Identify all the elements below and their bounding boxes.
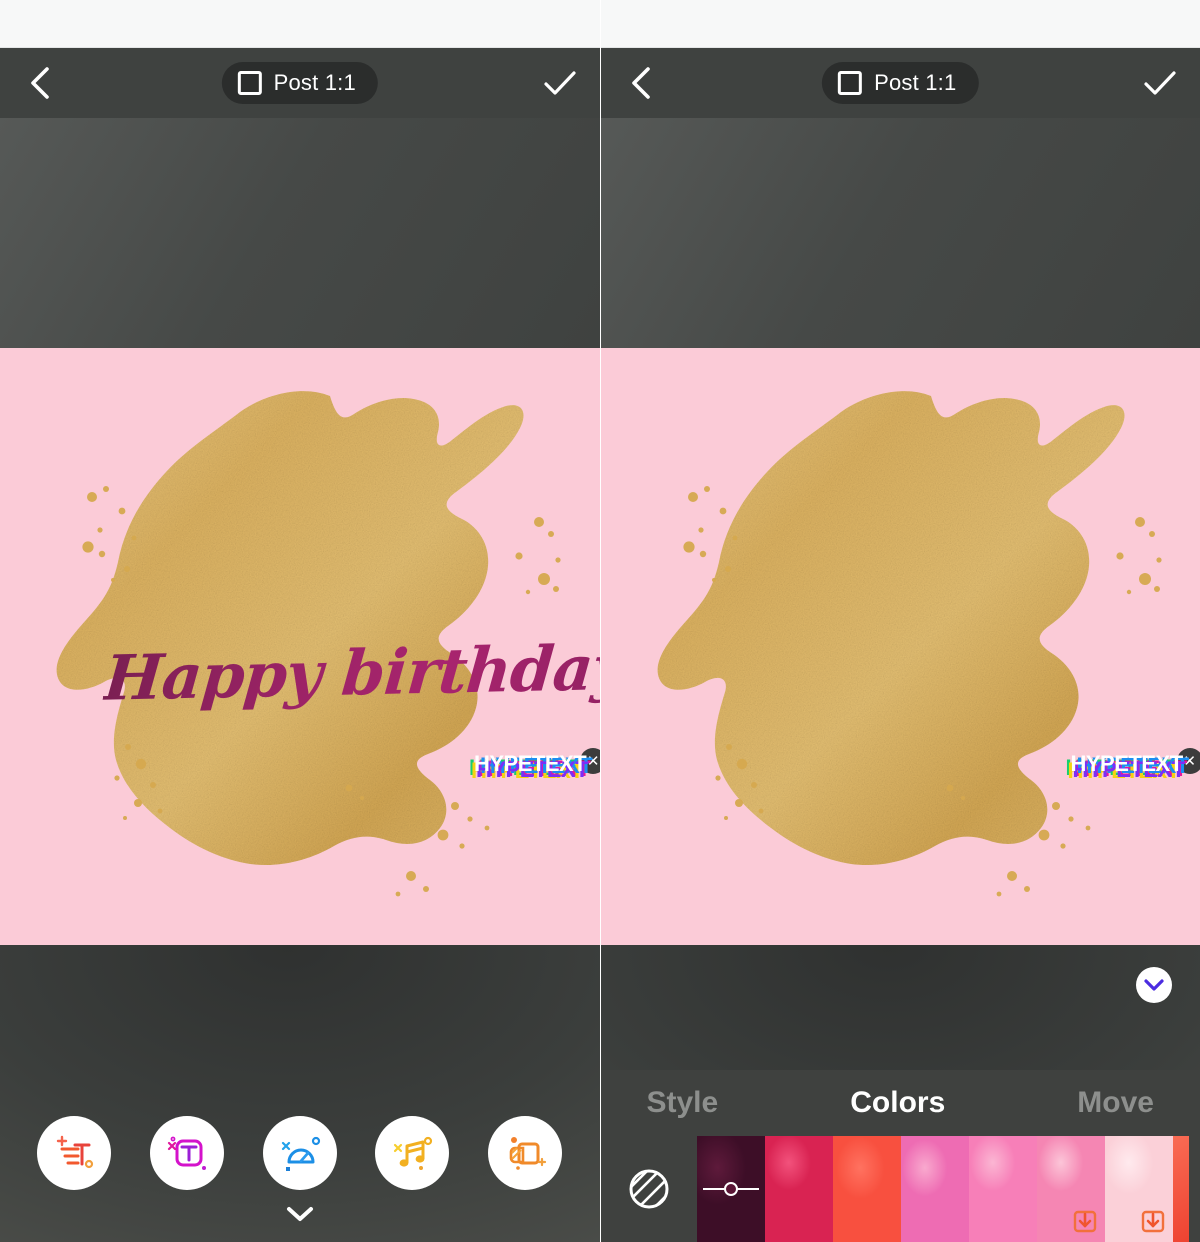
music-tool-button[interactable] [375, 1116, 450, 1190]
chevron-left-icon [31, 67, 49, 99]
artwork-headline-text[interactable]: Happy birthday! [101, 630, 599, 714]
status-bar [600, 0, 1200, 48]
swatch-coral-red[interactable] [832, 1136, 901, 1242]
canvas-top-backdrop [600, 118, 1200, 348]
check-icon [1144, 71, 1176, 95]
tool-button-row [0, 1116, 600, 1190]
swatch-list[interactable] [696, 1136, 1200, 1242]
design-canvas[interactable]: HYPETEXT HYPETEXT HYPETEXT HYPETEXT HYPE… [600, 348, 1200, 945]
swatch-hot-pink[interactable] [968, 1136, 1037, 1242]
chevron-down-icon [1144, 979, 1164, 991]
text-box-icon [167, 1136, 207, 1170]
color-editor-panel: Style Colors Move [600, 1070, 1200, 1242]
canvas-top-backdrop [0, 118, 600, 348]
watermark-logo: HYPETEXT HYPETEXT HYPETEXT HYPETEXT HYPE… [1066, 751, 1190, 782]
square-icon [237, 71, 262, 95]
music-note-icon [394, 1136, 433, 1170]
collapse-editor-button[interactable] [1136, 967, 1172, 1003]
tab-move[interactable]: Move [1077, 1086, 1154, 1120]
watermark-label: HYPETEXT [474, 751, 587, 776]
watermark-label: HYPETEXT [1070, 751, 1184, 776]
aspect-ratio-selector[interactable]: Post 1:1 [822, 62, 979, 104]
square-icon [838, 71, 863, 95]
slider-knob[interactable] [723, 1182, 738, 1196]
text-style-tool-button[interactable] [150, 1116, 225, 1190]
no-color-button[interactable] [601, 1136, 697, 1242]
editor-tab-bar: Style Colors Move [601, 1070, 1200, 1136]
watermark[interactable]: HYPETEXT HYPETEXT HYPETEXT HYPETEXT HYPE… [1066, 748, 1200, 782]
chevron-left-icon [631, 67, 650, 99]
design-canvas[interactable]: Happy birthday! HYPETEXT HYPETEXT HYPETE… [0, 348, 600, 945]
screen-left: Post 1:1 Happy birthday! HYPETEXT HYPETE… [0, 0, 601, 1242]
gold-glitter-blob [657, 391, 1162, 897]
back-button[interactable] [621, 63, 661, 103]
speedometer-icon [281, 1136, 320, 1171]
bottom-editor-area: Style Colors Move [600, 945, 1200, 1242]
aspect-ratio-label: Post 1:1 [273, 70, 356, 95]
confirm-button[interactable] [540, 63, 580, 103]
download-icon[interactable] [1139, 1206, 1167, 1234]
watermark[interactable]: HYPETEXT HYPETEXT HYPETEXT HYPETEXT HYPE… [469, 748, 600, 782]
swatch-dark-maroon[interactable] [696, 1136, 765, 1242]
hatched-circle-icon [629, 1169, 668, 1209]
check-icon [543, 71, 576, 95]
status-bar [0, 0, 600, 48]
layers-tool-button[interactable] [488, 1116, 563, 1190]
watermark-logo: HYPETEXT HYPETEXT HYPETEXT HYPETEXT HYPE… [469, 751, 593, 782]
swatch-red-edge[interactable] [1172, 1136, 1189, 1242]
layers-add-icon [509, 1137, 547, 1170]
tab-colors[interactable]: Colors [850, 1086, 945, 1120]
swatch-light-pink[interactable] [1104, 1136, 1173, 1242]
download-icon[interactable] [1071, 1206, 1099, 1234]
bottom-toolbar-area [0, 945, 600, 1242]
dual-screenshot-comparison: Post 1:1 Happy birthday! HYPETEXT HYPETE… [0, 0, 1200, 1242]
speed-tool-button[interactable] [262, 1116, 337, 1190]
swatch-crimson[interactable] [764, 1136, 833, 1242]
aspect-ratio-label: Post 1:1 [874, 70, 957, 95]
screen-right: Post 1:1 HYPETEXT HYPETEXT HYPETEXT HYPE… [600, 0, 1200, 1242]
color-swatch-row [601, 1136, 1200, 1242]
top-navigation-bar: Post 1:1 [600, 48, 1200, 118]
add-text-icon [57, 1135, 94, 1169]
add-text-tool-button[interactable] [37, 1116, 112, 1190]
tab-style[interactable]: Style [647, 1086, 719, 1120]
back-button[interactable] [20, 63, 60, 103]
swatch-pink[interactable] [1036, 1136, 1105, 1242]
swatch-magenta[interactable] [900, 1136, 969, 1242]
chevron-down-icon [286, 1207, 313, 1221]
collapse-toolbar-button[interactable] [285, 1205, 315, 1228]
top-navigation-bar: Post 1:1 [0, 48, 600, 118]
opacity-slider[interactable] [702, 1182, 759, 1196]
confirm-button[interactable] [1140, 63, 1180, 103]
aspect-ratio-selector[interactable]: Post 1:1 [221, 62, 378, 104]
